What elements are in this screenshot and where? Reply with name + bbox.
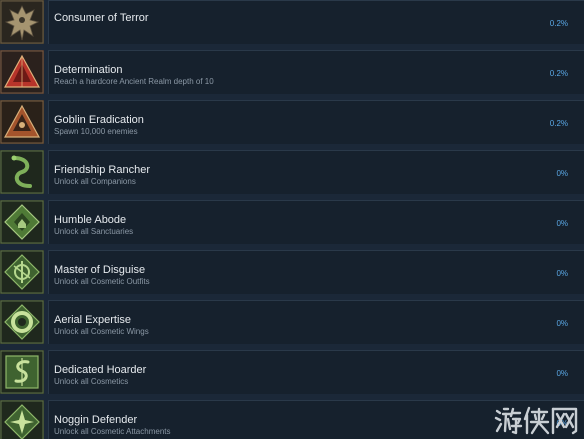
achievement-description: Unlock all Cosmetic Outfits — [54, 277, 150, 286]
achievement-panel: Goblin Eradication Spawn 10,000 enemies … — [48, 100, 584, 144]
achievement-title: Master of Disguise — [54, 264, 146, 276]
achievement-description: Unlock all Sanctuaries — [54, 227, 134, 236]
serpent-icon — [0, 150, 44, 194]
achievement-row[interactable]: Humble Abode Unlock all Sanctuaries 0% — [0, 200, 584, 245]
achievement-title: Noggin Defender — [54, 414, 138, 426]
achievement-panel: Dedicated Hoarder Unlock all Cosmetics 0… — [48, 350, 584, 394]
winged-demon-icon — [0, 0, 44, 44]
achievement-percent: 0% — [556, 169, 568, 178]
achievement-row[interactable]: Consumer of Terror 0.2% — [0, 0, 584, 45]
achievement-description: Spawn 10,000 enemies — [54, 127, 138, 136]
achievement-description: Unlock all Companions — [54, 177, 136, 186]
achievement-percent: 0.2% — [549, 119, 568, 128]
achievement-title: Goblin Eradication — [54, 114, 144, 126]
achievement-description: Unlock all Cosmetics — [54, 377, 129, 386]
ring-icon — [0, 300, 44, 344]
achievement-panel: Master of Disguise Unlock all Cosmetic O… — [48, 250, 584, 294]
achievement-row[interactable]: Master of Disguise Unlock all Cosmetic O… — [0, 250, 584, 295]
watermark-logo — [494, 403, 580, 437]
achievement-panel: Humble Abode Unlock all Sanctuaries 0% — [48, 200, 584, 244]
achievement-description: Reach a hardcore Ancient Realm depth of … — [54, 77, 214, 86]
achievement-row[interactable]: Dedicated Hoarder Unlock all Cosmetics 0… — [0, 350, 584, 395]
achievement-title: Determination — [54, 64, 123, 76]
achievement-description: Unlock all Cosmetic Attachments — [54, 427, 171, 436]
achievement-list: Consumer of Terror 0.2% Determination Re… — [0, 0, 584, 439]
achievement-row[interactable]: Goblin Eradication Spawn 10,000 enemies … — [0, 100, 584, 145]
achievement-percent: 0% — [556, 219, 568, 228]
achievement-row[interactable]: Determination Reach a hardcore Ancient R… — [0, 50, 584, 95]
achievement-description: Unlock all Cosmetic Wings — [54, 327, 149, 336]
achievement-percent: 0.2% — [549, 19, 568, 28]
achievement-title: Dedicated Hoarder — [54, 364, 147, 376]
coiled-coin-icon — [0, 350, 44, 394]
diamond-house-icon — [0, 200, 44, 244]
achievement-panel: Aerial Expertise Unlock all Cosmetic Win… — [48, 300, 584, 344]
rune-icon — [0, 250, 44, 294]
achievement-percent: 0.2% — [549, 69, 568, 78]
helmet-icon — [0, 400, 44, 439]
achievement-row[interactable]: Aerial Expertise Unlock all Cosmetic Win… — [0, 300, 584, 345]
red-triangle-icon — [0, 50, 44, 94]
achievement-title: Friendship Rancher — [54, 164, 150, 176]
achievement-title: Aerial Expertise — [54, 314, 132, 326]
achievement-panel: Consumer of Terror 0.2% — [48, 0, 584, 44]
achievement-panel: Determination Reach a hardcore Ancient R… — [48, 50, 584, 94]
achievement-percent: 0% — [556, 269, 568, 278]
achievement-title: Consumer of Terror — [54, 12, 149, 24]
achievement-row[interactable]: Friendship Rancher Unlock all Companions… — [0, 150, 584, 195]
eye-pyramid-icon — [0, 100, 44, 144]
achievement-percent: 0% — [556, 319, 568, 328]
achievement-title: Humble Abode — [54, 214, 127, 226]
achievement-panel: Friendship Rancher Unlock all Companions… — [48, 150, 584, 194]
achievement-percent: 0% — [556, 369, 568, 378]
